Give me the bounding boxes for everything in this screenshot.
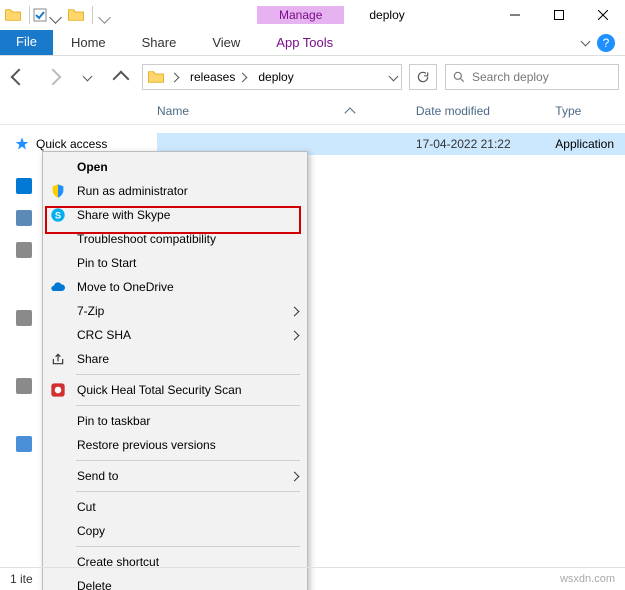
expand-ribbon-icon[interactable] [581,37,591,47]
column-headers: Name Date modified Type [0,98,625,125]
recent-locations[interactable] [74,64,100,90]
svg-text:S: S [55,210,61,220]
ctx-open[interactable]: Open [46,155,304,179]
onedrive-icon [16,178,32,194]
ctx-7zip[interactable]: 7-Zip [46,299,304,323]
chevron-right-icon[interactable] [170,72,180,82]
maximize-button[interactable] [537,0,581,30]
ctx-pin-taskbar[interactable]: Pin to taskbar [46,409,304,433]
drive-icon [16,242,32,258]
minimize-button[interactable] [493,0,537,30]
forward-button[interactable] [40,64,66,90]
qat-customize[interactable] [100,11,108,19]
refresh-button[interactable] [409,64,437,90]
pc-icon [16,210,32,226]
help-icon[interactable]: ? [597,34,615,52]
home-tab[interactable]: Home [53,31,124,54]
chevron-right-icon [290,330,300,340]
ctx-run-as-admin[interactable]: Run as administrator [46,179,304,203]
separator [76,460,300,461]
separator [76,491,300,492]
separator [29,6,30,24]
drive-icon [16,378,32,394]
back-button[interactable] [6,64,32,90]
network-icon [16,436,32,452]
title-bar: Manage deploy [0,0,625,30]
file-type: Application [555,137,625,151]
column-date[interactable]: Date modified [416,104,555,118]
up-button[interactable] [108,64,134,90]
view-tab[interactable]: View [194,31,258,54]
drive-icon [16,310,32,326]
breadcrumb-item[interactable]: deploy [252,70,299,84]
chevron-right-icon [290,306,300,316]
cloud-icon [49,278,67,296]
ctx-cut[interactable]: Cut [46,495,304,519]
star-icon [14,136,30,152]
separator [76,405,300,406]
search-icon [452,70,466,84]
ctx-pin-start[interactable]: Pin to Start [46,251,304,275]
file-date: 17-04-2022 21:22 [416,137,555,151]
quick-access-toolbar [0,0,112,30]
window-title: deploy [369,8,404,22]
breadcrumb-item[interactable]: releases [184,70,252,84]
contextual-tab-group: Manage [257,6,344,24]
folder-icon[interactable] [67,6,85,24]
chevron-right-icon [238,72,248,82]
close-button[interactable] [581,0,625,30]
qat-dropdown[interactable] [51,11,59,19]
ctx-troubleshoot[interactable]: Troubleshoot compatibility [46,227,304,251]
status-bar: 1 ite wsxdn.com [0,567,625,590]
chevron-right-icon [290,471,300,481]
watermark: wsxdn.com [560,573,615,585]
context-menu: Open Run as administrator S Share with S… [42,151,308,590]
sort-ascending-icon [344,107,355,118]
share-icon [49,350,67,368]
search-placeholder: Search deploy [472,70,549,84]
ctx-sendto[interactable]: Send to [46,464,304,488]
shield-icon [49,182,67,200]
ribbon-tabs: File Home Share View App Tools ? [0,30,625,56]
address-dropdown[interactable] [389,71,399,81]
content-area: Quick access 17-04-2022 21:22 Applicatio… [0,125,625,555]
separator [76,546,300,547]
ctx-quickheal[interactable]: Quick Heal Total Security Scan [46,378,304,402]
search-input[interactable]: Search deploy [445,64,619,90]
column-name[interactable]: Name [157,104,416,118]
folder-icon [4,6,22,24]
checkbox-icon[interactable] [33,8,47,22]
separator [92,6,93,24]
manage-tab-header: Manage [257,6,344,24]
column-type[interactable]: Type [555,104,625,118]
quickheal-icon [49,381,67,399]
ctx-share-skype[interactable]: S Share with Skype [46,203,304,227]
file-tab[interactable]: File [0,30,53,55]
refresh-icon [416,70,430,84]
ctx-share[interactable]: Share [46,347,304,371]
folder-icon [147,68,165,86]
skype-icon: S [49,206,67,224]
ctx-crcsha[interactable]: CRC SHA [46,323,304,347]
ctx-copy[interactable]: Copy [46,519,304,543]
breadcrumb[interactable]: releases deploy [142,64,402,90]
app-tools-tab[interactable]: App Tools [258,31,351,54]
ctx-restore[interactable]: Restore previous versions [46,433,304,457]
ctx-onedrive[interactable]: Move to OneDrive [46,275,304,299]
separator [76,374,300,375]
status-items: 1 ite [10,572,33,586]
share-tab[interactable]: Share [124,31,195,54]
address-bar-row: releases deploy Search deploy [0,56,625,98]
